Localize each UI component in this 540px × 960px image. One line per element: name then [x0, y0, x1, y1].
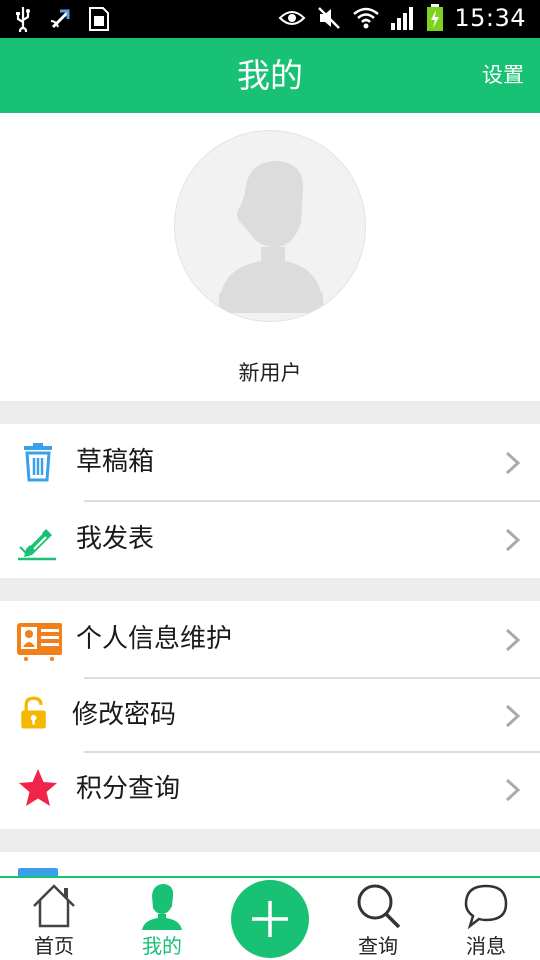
pencil-icon	[18, 529, 56, 561]
home-icon	[33, 884, 75, 928]
status-time: 15:34	[454, 4, 526, 32]
default-avatar-icon	[219, 161, 323, 313]
avatar[interactable]	[174, 130, 366, 322]
menu-item-label: 草稿箱	[76, 447, 155, 477]
nav-label: 查询	[358, 934, 398, 958]
nav-label: 消息	[466, 934, 506, 958]
menu-item-change-password[interactable]: 修改密码	[0, 677, 540, 751]
nav-item-home[interactable]: 首页	[0, 878, 108, 960]
menu-item-points-query[interactable]: 积分查询	[0, 751, 540, 829]
wifi-icon	[353, 7, 380, 29]
search-icon	[357, 884, 401, 929]
battery-charging-icon	[427, 4, 444, 31]
trash-icon	[24, 443, 52, 482]
signal-icon	[391, 7, 414, 30]
menu-item-label: 修改密码	[72, 700, 177, 730]
chevron-right-icon	[505, 528, 521, 552]
settings-button[interactable]: 设置	[482, 38, 524, 113]
menu-group-posts: 草稿箱 我发表	[0, 424, 540, 578]
page-title: 我的	[237, 56, 303, 95]
status-right-icons: 15:34	[278, 4, 526, 32]
menu-item-personal-info[interactable]: 个人信息维护	[0, 601, 540, 677]
menu-group-account: 个人信息维护 修改密码 积分查询	[0, 601, 540, 829]
menu-item-label: 我发表	[76, 524, 155, 554]
usb-icon	[16, 7, 30, 32]
menu-item-my-posts[interactable]: 我发表	[0, 501, 540, 578]
mute-icon	[318, 7, 341, 29]
nav-label: 我的	[142, 934, 182, 958]
add-button[interactable]	[231, 880, 309, 958]
id-card-icon	[17, 623, 62, 661]
star-icon	[19, 769, 57, 806]
chevron-right-icon	[505, 704, 521, 728]
cast-icon	[50, 9, 70, 29]
chevron-right-icon	[505, 778, 521, 802]
sim-card-icon	[89, 7, 109, 31]
menu-item-label: 积分查询	[76, 774, 181, 804]
menu-group-more	[0, 852, 540, 876]
chevron-right-icon	[505, 628, 521, 652]
eye-icon	[278, 11, 306, 25]
partial-icon	[18, 868, 58, 876]
user-icon	[142, 884, 182, 930]
status-left-icons	[14, 6, 110, 32]
chevron-right-icon	[505, 451, 521, 475]
unlock-icon	[21, 696, 46, 729]
nav-label: 首页	[34, 934, 74, 958]
nav-item-messages[interactable]: 消息	[432, 878, 540, 960]
menu-item-label: 个人信息维护	[76, 624, 233, 654]
status-bar: 15:34	[0, 0, 540, 38]
menu-item-drafts[interactable]: 草稿箱	[0, 424, 540, 501]
nav-item-mine[interactable]: 我的	[108, 878, 216, 960]
profile-section: 新用户	[0, 113, 540, 401]
username: 新用户	[238, 361, 302, 385]
nav-item-search[interactable]: 查询	[324, 878, 432, 960]
chat-bubble-icon	[464, 884, 508, 930]
plus-icon	[252, 901, 288, 937]
app-header: 我的 设置	[0, 38, 540, 113]
